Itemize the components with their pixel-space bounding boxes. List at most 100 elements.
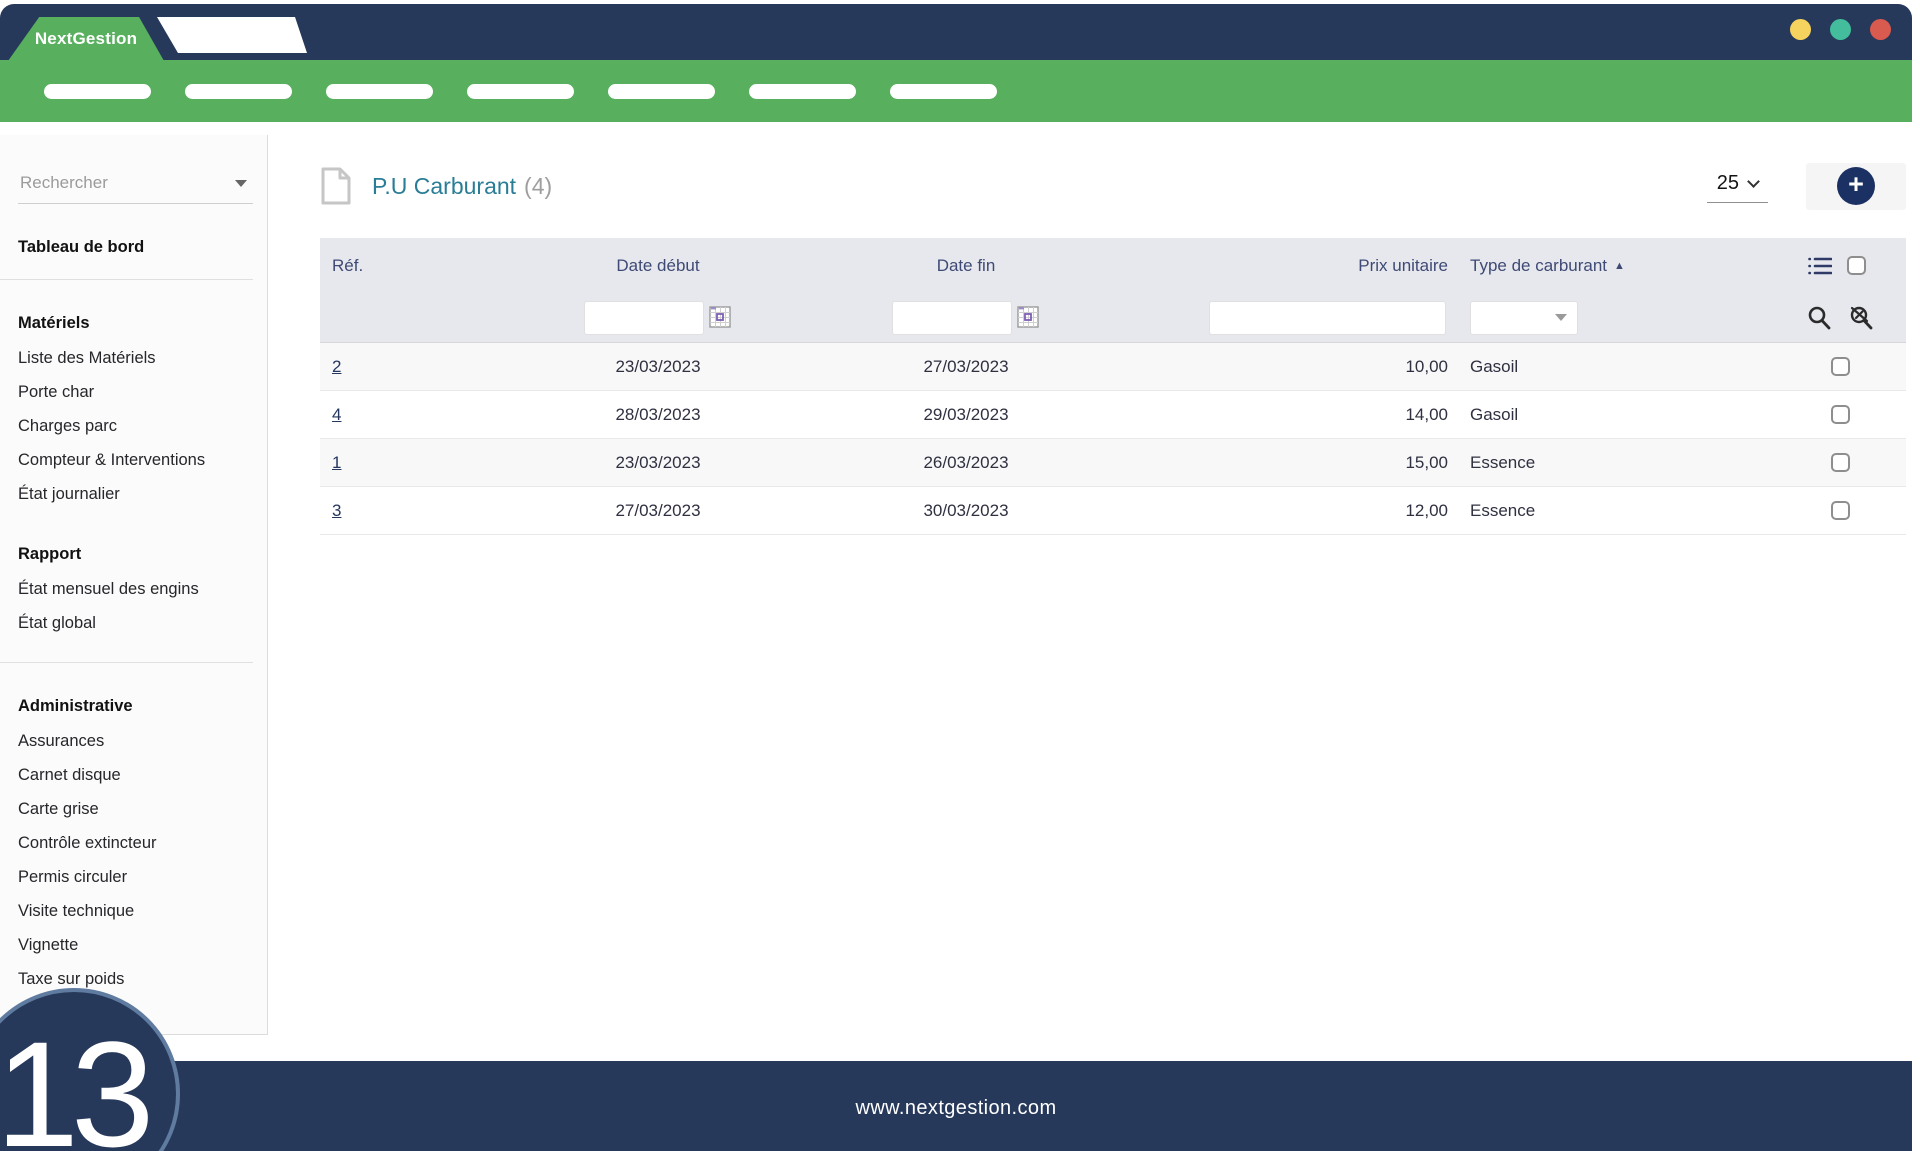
document-icon	[320, 166, 352, 206]
sidebar-item[interactable]: Carte grise	[0, 792, 267, 826]
cell-type-carburant: Gasoil	[1456, 405, 1786, 425]
sidebar-item[interactable]: État journalier	[0, 477, 267, 511]
sidebar-item[interactable]: Charges parc	[0, 409, 267, 443]
sidebar-item[interactable]: État mensuel des engins	[0, 572, 267, 606]
page-size-value: 25	[1717, 172, 1739, 195]
row-checkbox[interactable]	[1831, 453, 1850, 472]
app-window: NextGestion Rechercher Tableau de bord Ma…	[0, 4, 1912, 1151]
nav-pill[interactable]	[608, 84, 715, 99]
sidebar-item[interactable]: Taxe sur poids	[0, 962, 267, 996]
nav-pill[interactable]	[890, 84, 997, 99]
list-view-icon[interactable]	[1808, 256, 1832, 276]
cell-date-debut: 23/03/2023	[560, 357, 756, 377]
page-size-select[interactable]: 25	[1707, 170, 1768, 203]
sort-asc-icon: ▲	[1614, 260, 1625, 272]
sidebar-item[interactable]: Carnet disque	[0, 758, 267, 792]
filter-type-select[interactable]	[1470, 301, 1578, 335]
apply-filter-button[interactable]	[1806, 305, 1832, 331]
content-row: Rechercher Tableau de bord Matériels Liste…	[0, 135, 1912, 1035]
table-row: 4 28/03/202329/03/202314,00Gasoil	[320, 391, 1906, 439]
chevron-down-icon	[1747, 175, 1760, 188]
datepicker-fin-button[interactable]	[1016, 306, 1040, 330]
ref-link[interactable]: 4	[332, 405, 341, 424]
minimize-light-icon[interactable]	[1790, 19, 1811, 40]
filter-date-fin-input[interactable]	[892, 301, 1012, 335]
search-select[interactable]: Rechercher	[18, 169, 253, 204]
close-light-icon[interactable]	[1870, 19, 1891, 40]
table-row: 2 23/03/202327/03/202310,00Gasoil	[320, 343, 1906, 391]
sidebar: Rechercher Tableau de bord Matériels Liste…	[0, 135, 268, 1035]
nav-pills	[44, 84, 997, 99]
record-count: (4)	[524, 173, 552, 200]
sidebar-item[interactable]: État global	[0, 606, 267, 640]
filter-prix-input[interactable]	[1209, 301, 1446, 335]
footer-url: www.nextgestion.com	[855, 1097, 1056, 1120]
filter-date-debut-input[interactable]	[584, 301, 704, 335]
main-content: P.U Carburant (4) 25 + Réf. Date début D…	[268, 135, 1912, 535]
brand-logo-text: NextGestion	[35, 29, 137, 49]
divider	[0, 279, 253, 280]
chevron-down-icon	[1555, 314, 1567, 321]
cell-prix-unitaire: 15,00	[1176, 453, 1456, 473]
cell-type-carburant: Essence	[1456, 453, 1786, 473]
nav-pill[interactable]	[326, 84, 433, 99]
ref-link[interactable]: 2	[332, 357, 341, 376]
column-header-ref[interactable]: Réf.	[320, 256, 560, 276]
cell-prix-unitaire: 14,00	[1176, 405, 1456, 425]
sidebar-section-heading[interactable]: Tableau de bord	[0, 238, 253, 257]
sidebar-section-heading[interactable]: Administrative	[0, 697, 253, 716]
nav-pill[interactable]	[749, 84, 856, 99]
table-header-row: Réf. Date début Date fin Prix unitaire T…	[320, 238, 1906, 293]
sidebar-section-heading[interactable]: Rapport	[0, 545, 253, 564]
cell-date-debut: 28/03/2023	[560, 405, 756, 425]
cell-date-fin: 27/03/2023	[756, 357, 1176, 377]
footer-bar: www.nextgestion.com	[0, 1061, 1912, 1151]
cell-prix-unitaire: 10,00	[1176, 357, 1456, 377]
plus-icon: +	[1837, 167, 1875, 205]
nav-pill[interactable]	[185, 84, 292, 99]
clear-filter-button[interactable]	[1848, 305, 1874, 331]
row-checkbox[interactable]	[1831, 405, 1850, 424]
cell-date-fin: 29/03/2023	[756, 405, 1176, 425]
cell-date-debut: 27/03/2023	[560, 501, 756, 521]
nav-pill[interactable]	[44, 84, 151, 99]
column-header-prix[interactable]: Prix unitaire	[1176, 256, 1456, 276]
column-header-type[interactable]: Type de carburant ▲	[1456, 256, 1786, 276]
cell-type-carburant: Gasoil	[1456, 357, 1786, 377]
cell-date-debut: 23/03/2023	[560, 453, 756, 473]
sidebar-item[interactable]: Porte char	[0, 375, 267, 409]
brand-tab[interactable]: NextGestion	[8, 17, 164, 61]
row-checkbox[interactable]	[1831, 357, 1850, 376]
sidebar-item[interactable]: Permis circuler	[0, 860, 267, 894]
table-body: 223/03/202327/03/202310,00Gasoil428/03/2…	[320, 343, 1906, 535]
table-row: 327/03/202330/03/202312,00Essence	[320, 487, 1906, 535]
table-row: 1 23/03/202326/03/202315,00Essence	[320, 439, 1906, 487]
sidebar-item[interactable]: Visite technique	[0, 894, 267, 928]
chevron-down-icon	[235, 180, 247, 187]
title-bar: NextGestion	[0, 4, 1912, 60]
cell-prix-unitaire: 12,00	[1176, 501, 1456, 521]
sidebar-item[interactable]: Liste des Matériels	[0, 341, 267, 375]
sidebar-item[interactable]: Assurances	[0, 724, 267, 758]
header-actions	[1786, 256, 1906, 276]
sidebar-item[interactable]: Vignette	[0, 928, 267, 962]
datepicker-debut-button[interactable]	[708, 306, 732, 330]
ref-link[interactable]: 1	[332, 453, 341, 472]
ref-link[interactable]: 3	[332, 501, 341, 520]
column-header-date-debut[interactable]: Date début	[560, 256, 756, 276]
sidebar-item[interactable]: Contrôle extincteur	[0, 826, 267, 860]
row-checkbox[interactable]	[1831, 501, 1850, 520]
sidebar-section-heading[interactable]: Matériels	[0, 314, 253, 333]
maximize-light-icon[interactable]	[1830, 19, 1851, 40]
search-icon	[1806, 305, 1832, 331]
inactive-tab[interactable]	[157, 17, 307, 53]
cell-date-fin: 26/03/2023	[756, 453, 1176, 473]
cell-type-carburant: Essence	[1456, 501, 1786, 521]
column-header-date-fin[interactable]: Date fin	[756, 256, 1176, 276]
sidebar-item[interactable]: Compteur & Interventions	[0, 443, 267, 477]
divider	[0, 662, 253, 663]
add-record-button[interactable]: +	[1806, 163, 1906, 210]
nav-pill[interactable]	[467, 84, 574, 99]
select-all-checkbox[interactable]	[1847, 256, 1866, 275]
main-nav-bar	[0, 60, 1912, 122]
